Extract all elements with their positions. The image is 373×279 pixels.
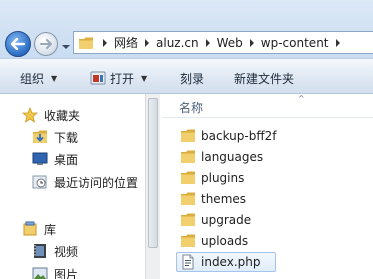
nav-label: 图片 [54,267,79,279]
new-folder-button[interactable]: 新建文件夹 [234,69,294,87]
forward-button[interactable] [34,32,58,56]
nav-label: 库 [44,222,57,237]
breadcrumb-separator-icon[interactable] [99,38,111,47]
folder-icon [181,129,195,142]
nav-label: 收藏夹 [44,108,81,123]
folder-icon [181,213,195,226]
file-name: backup-bff2f [201,129,277,143]
folder-icon [181,192,195,205]
breadcrumb-host[interactable]: aluz.cn [153,36,202,50]
back-button[interactable] [5,31,31,57]
file-name: index.php [201,255,261,269]
navigation-bar: 网络 aluz.cn Web wp-content [0,0,373,58]
open-icon [90,71,106,85]
list-item-folder[interactable]: upgrade [180,210,373,230]
file-name: plugins [201,171,245,185]
desktop-icon [32,152,48,165]
list-item-folder[interactable]: languages [180,147,373,167]
file-name: languages [201,150,264,164]
recent-places-icon [32,175,47,189]
star-icon [22,107,38,123]
open-label: 打开 [110,71,135,86]
burn-button[interactable]: 刻录 [180,69,204,87]
downloads-folder-icon [33,130,47,143]
folder-icon [79,37,93,49]
folder-icon [181,234,195,247]
breadcrumb-separator-icon[interactable] [202,38,214,47]
folder-icon [181,150,195,163]
nav-label: 桌面 [54,152,79,167]
chevron-down-icon: ▼ [141,73,148,83]
navigation-pane: 收藏夹 下载 桌面 最近访问的位置 库 视频 图片 [0,94,160,279]
column-name-label: 名称 [179,101,204,115]
organize-button[interactable]: 组织 ▼ [20,69,57,87]
pictures-icon [32,267,48,279]
breadcrumb-separator-icon[interactable] [332,38,344,47]
organize-label: 组织 [20,71,45,86]
list-item-folder[interactable]: themes [180,189,373,209]
video-icon [34,244,46,258]
chevron-down-icon: ▼ [51,73,58,83]
address-bar[interactable]: 网络 aluz.cn Web wp-content [73,31,373,54]
chevron-down-icon [62,45,70,49]
file-name: themes [201,192,247,206]
breadcrumb-web[interactable]: Web [214,36,246,50]
sort-ascending-icon: ^ [298,94,305,103]
list-item-folder[interactable]: plugins [180,168,373,188]
file-name: uploads [201,234,249,248]
breadcrumb-separator-icon[interactable] [141,38,153,47]
folder-icon [181,171,195,184]
list-item-file[interactable]: index.php [176,252,276,272]
arrow-right-icon [35,33,57,55]
command-bar: 组织 ▼ 打开 ▼ 刻录 新建文件夹 [0,58,373,94]
column-header-name[interactable]: 名称 ^ [162,94,373,118]
navigation-pane-scrollbar[interactable] [145,94,160,279]
breadcrumb-separator-icon[interactable] [246,38,258,47]
open-button[interactable]: 打开 ▼ [90,69,147,87]
scrollbar-thumb[interactable] [148,98,158,248]
breadcrumb-wp-content[interactable]: wp-content [258,36,332,50]
libraries-icon [23,221,37,236]
new-folder-label: 新建文件夹 [234,71,295,86]
recent-pages-dropdown[interactable] [61,40,71,49]
arrow-left-icon [6,32,30,56]
file-name: upgrade [201,213,252,227]
breadcrumb-network[interactable]: 网络 [111,34,141,51]
nav-label: 视频 [54,244,79,259]
php-file-icon [182,254,194,270]
nav-label: 下载 [54,130,79,145]
list-item-folder[interactable]: uploads [180,231,373,251]
burn-label: 刻录 [180,71,205,86]
list-item-folder[interactable]: backup-bff2f [180,126,373,146]
nav-label: 最近访问的位置 [54,175,139,190]
